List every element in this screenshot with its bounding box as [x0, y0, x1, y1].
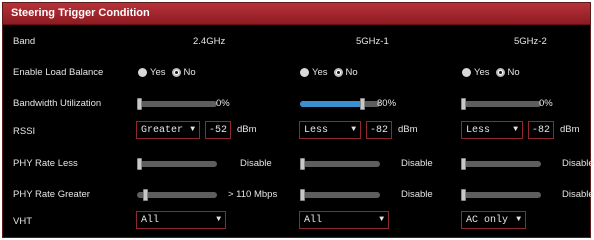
rssi-5g2-condition-select[interactable]: Less ▼ — [461, 121, 523, 139]
rssi-5g2-input[interactable]: -82 — [528, 121, 554, 139]
load-balance-2g-radios: Yes No — [138, 67, 202, 78]
phy-rate-less-label: PHY Rate Less — [13, 158, 78, 169]
load-balance-5g2-no-radio[interactable] — [495, 68, 505, 77]
select-value: AC only — [466, 215, 509, 226]
rssi-row: RSSI Greater ▼ -52 dBm Less ▼ -82 dBm Le… — [3, 121, 590, 141]
rssi-unit: dBm — [237, 124, 257, 135]
load-balance-2g-yes-radio[interactable] — [138, 68, 147, 77]
phy-less-5g1-slider[interactable] — [300, 158, 380, 170]
bandwidth-5g2-slider[interactable] — [461, 98, 541, 110]
slider-thumb[interactable] — [137, 98, 142, 110]
slider-fill — [300, 101, 363, 107]
steering-trigger-panel: Steering Trigger Condition Band 2.4GHz 5… — [2, 2, 594, 238]
band-5g2-header: 5GHz-2 — [514, 36, 547, 47]
rssi-unit: dBm — [398, 124, 418, 135]
slider-thumb[interactable] — [300, 158, 305, 170]
phy-rate-less-row: PHY Rate Less Disable Disable Disable — [3, 155, 594, 175]
vht-5g1-select[interactable]: All ▼ — [299, 211, 389, 229]
slider-thumb[interactable] — [143, 189, 148, 201]
vht-row: VHT All ▼ All ▼ AC only ▼ — [3, 211, 590, 231]
bandwidth-row: Bandwidth Utilization 0% 80% 0% — [3, 95, 590, 115]
rssi-unit: dBm — [560, 124, 580, 135]
load-balance-5g2-radios: Yes No — [462, 67, 526, 78]
rssi-label: RSSI — [13, 126, 36, 137]
dropdown-arrow-icon: ▼ — [216, 215, 221, 224]
dropdown-arrow-icon: ▼ — [516, 215, 521, 224]
vht-label: VHT — [13, 216, 32, 227]
band-5g1-header: 5GHz-1 — [356, 36, 389, 47]
no-label: No — [183, 67, 196, 78]
panel-title: Steering Trigger Condition — [11, 7, 150, 19]
phy-less-5g1-value: Disable — [401, 158, 433, 169]
bandwidth-5g1-value: 80% — [377, 98, 397, 109]
rssi-2g-condition-select[interactable]: Greater ▼ — [136, 121, 200, 139]
rssi-5g1-input[interactable]: -82 — [366, 121, 392, 139]
panel-title-bar: Steering Trigger Condition — [3, 3, 590, 25]
select-value: All — [141, 215, 160, 226]
vht-5g2-select[interactable]: AC only ▼ — [461, 211, 526, 229]
band-label: Band — [13, 36, 36, 47]
no-label: No — [345, 67, 358, 78]
phy-less-5g2-value: Disable — [562, 158, 594, 169]
slider-thumb[interactable] — [137, 158, 142, 170]
phy-greater-2g-slider[interactable] — [137, 189, 217, 201]
slider-thumb[interactable] — [461, 98, 466, 110]
phy-less-2g-slider[interactable] — [137, 158, 217, 170]
phy-greater-5g2-value: Disable — [562, 189, 594, 200]
phy-rate-greater-label: PHY Rate Greater — [13, 189, 90, 200]
band-2g-header: 2.4GHz — [193, 36, 226, 47]
vht-2g-select[interactable]: All ▼ — [136, 211, 226, 229]
phy-less-2g-value: Disable — [240, 158, 272, 169]
bandwidth-5g2-value: 0% — [539, 98, 553, 109]
load-balance-2g-no-radio[interactable] — [171, 68, 181, 77]
rssi-2g-input[interactable]: -52 — [205, 121, 231, 139]
load-balance-label: Enable Load Balance — [13, 67, 104, 78]
phy-rate-greater-row: PHY Rate Greater > 110 Mbps Disable Disa… — [3, 186, 594, 206]
bandwidth-label: Bandwidth Utilization — [13, 98, 102, 109]
rssi-5g1-condition-select[interactable]: Less ▼ — [299, 121, 361, 139]
phy-greater-5g1-value: Disable — [401, 189, 433, 200]
slider-thumb[interactable] — [360, 98, 365, 110]
phy-greater-5g2-slider[interactable] — [461, 189, 541, 201]
band-header-row: Band 2.4GHz 5GHz-1 5GHz-2 — [3, 33, 590, 53]
bandwidth-5g1-slider[interactable] — [300, 98, 380, 110]
select-value: All — [304, 215, 323, 226]
yes-label: Yes — [474, 67, 490, 78]
load-balance-row: Enable Load Balance Yes No Yes No Yes No — [3, 64, 590, 84]
phy-greater-5g1-slider[interactable] — [300, 189, 380, 201]
select-value: Less — [466, 125, 491, 136]
load-balance-5g1-yes-radio[interactable] — [300, 68, 309, 77]
load-balance-5g2-yes-radio[interactable] — [462, 68, 471, 77]
dropdown-arrow-icon: ▼ — [513, 125, 518, 134]
yes-label: Yes — [312, 67, 328, 78]
select-value: Greater — [141, 125, 184, 136]
bandwidth-2g-value: 0% — [216, 98, 230, 109]
slider-thumb[interactable] — [461, 158, 466, 170]
bandwidth-2g-slider[interactable] — [137, 98, 217, 110]
load-balance-5g1-no-radio[interactable] — [333, 68, 343, 77]
dropdown-arrow-icon: ▼ — [351, 125, 356, 134]
no-label: No — [507, 67, 520, 78]
slider-thumb[interactable] — [300, 189, 305, 201]
select-value: Less — [304, 125, 329, 136]
phy-greater-2g-value: > 110 Mbps — [228, 189, 278, 200]
yes-label: Yes — [150, 67, 166, 78]
phy-less-5g2-slider[interactable] — [461, 158, 541, 170]
dropdown-arrow-icon: ▼ — [190, 125, 195, 134]
dropdown-arrow-icon: ▼ — [379, 215, 384, 224]
slider-thumb[interactable] — [461, 189, 466, 201]
load-balance-5g1-radios: Yes No — [300, 67, 364, 78]
